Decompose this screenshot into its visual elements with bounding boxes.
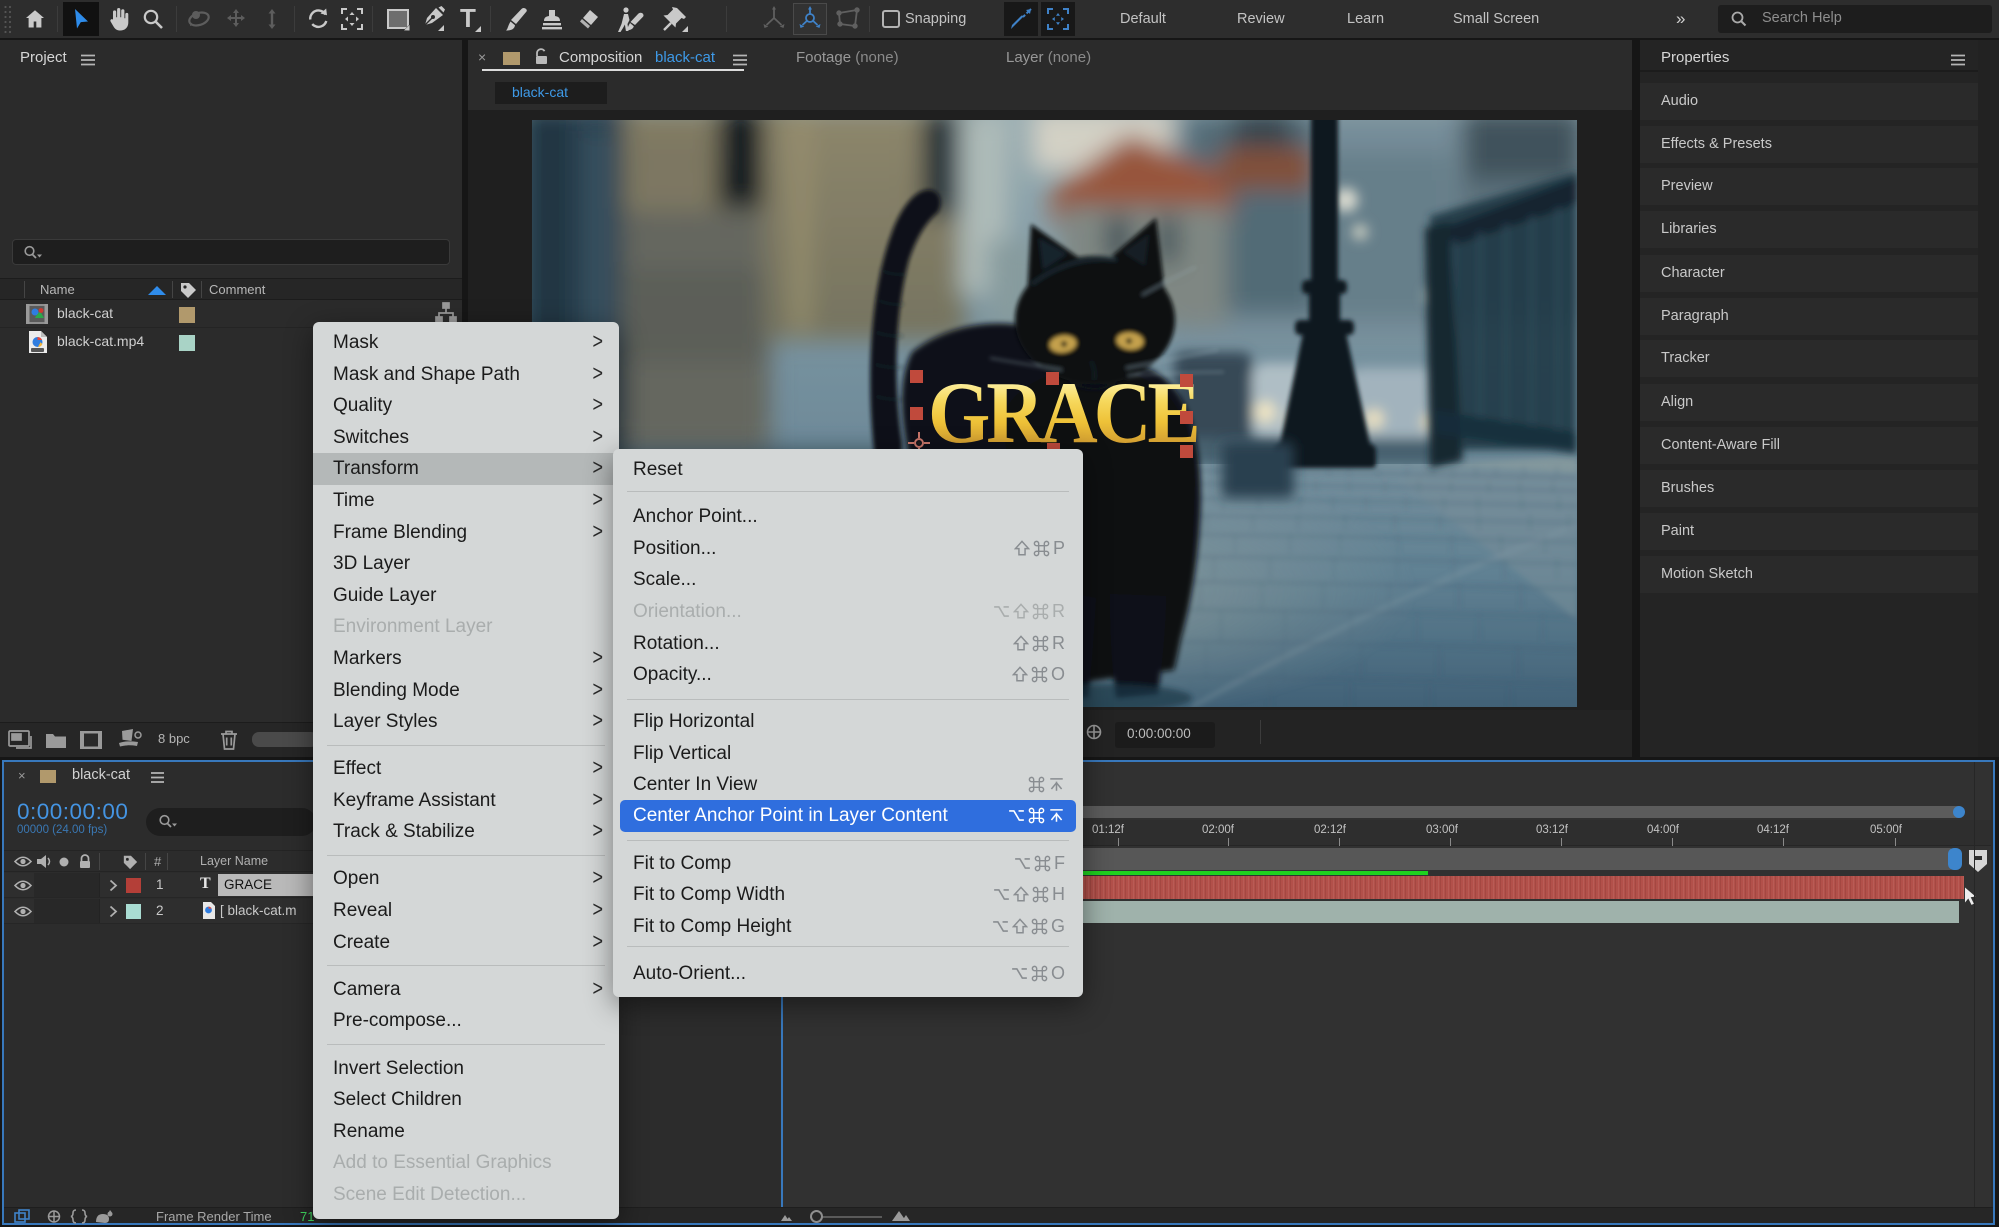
svg-text:T: T — [460, 5, 476, 33]
